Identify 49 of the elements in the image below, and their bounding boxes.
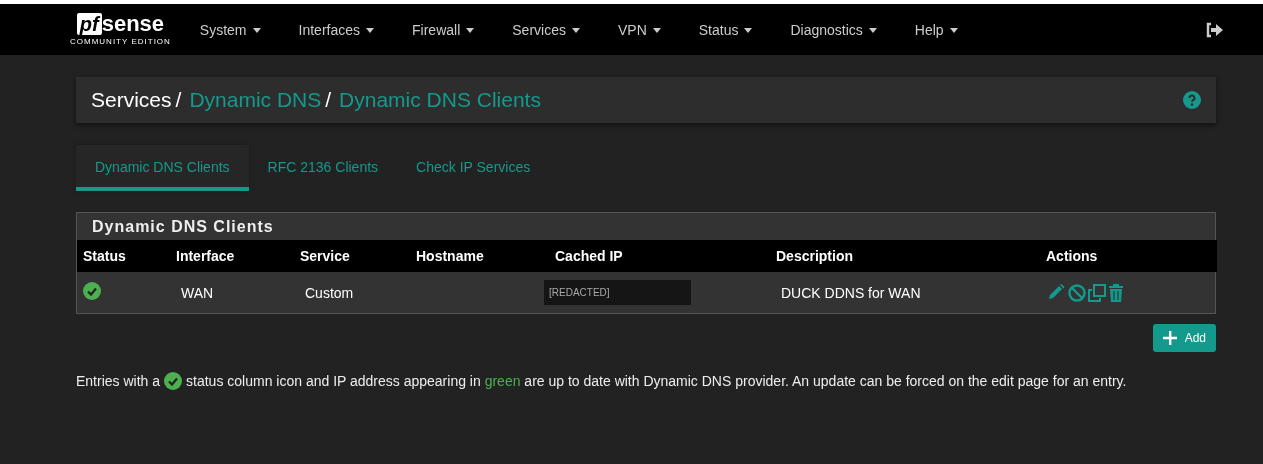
menu-item[interactable]: Help xyxy=(895,21,977,38)
copy-icon[interactable] xyxy=(1088,283,1106,302)
column-header: Cached IP xyxy=(549,240,770,272)
menu-item[interactable]: Interfaces xyxy=(279,21,394,38)
caret-icon xyxy=(571,28,580,34)
column-header: Status xyxy=(77,240,170,272)
note-text: Entries with a xyxy=(76,373,161,389)
cached-ip-field: [REDACTED] xyxy=(544,280,691,305)
logo-text: sense xyxy=(101,13,165,35)
caret-icon xyxy=(868,28,877,34)
breadcrumb-link[interactable]: Dynamic DNS xyxy=(189,88,322,112)
breadcrumb-link[interactable]: Dynamic DNS Clients xyxy=(339,88,541,112)
logout-icon[interactable] xyxy=(1205,21,1223,38)
column-header: Hostname xyxy=(410,240,549,272)
breadcrumb-separator: / xyxy=(325,88,332,112)
table-cell: Custom xyxy=(294,272,410,313)
column-header: Actions xyxy=(1040,240,1217,272)
menu-item[interactable]: Status xyxy=(679,21,772,38)
panel-title: Dynamic DNS Clients xyxy=(91,217,275,237)
pencil-icon[interactable] xyxy=(1046,283,1066,302)
caret-icon xyxy=(252,28,261,34)
table-cell: DUCK DDNS for WAN xyxy=(770,272,1040,313)
note-text: status column icon and IP address appearing in green are up to date with Dynamic DNS provider. An update can be forced on the edit page for an entry. xyxy=(186,373,1127,389)
tab[interactable]: Check IP Services xyxy=(397,145,550,191)
caret-icon xyxy=(744,28,753,34)
column-header: Interface xyxy=(170,240,294,272)
menu-item[interactable]: VPN xyxy=(598,21,680,38)
caret-icon xyxy=(652,28,661,34)
caret-icon xyxy=(949,28,958,34)
caret-icon xyxy=(466,28,475,34)
breadcrumb-separator: / xyxy=(175,88,182,112)
menu-item[interactable]: Firewall xyxy=(393,21,494,38)
plus-icon xyxy=(1162,331,1177,345)
menu-item[interactable]: Services xyxy=(493,21,599,38)
menu-item[interactable]: System xyxy=(180,21,280,38)
check-circle-icon xyxy=(164,372,183,390)
ban-icon[interactable] xyxy=(1068,283,1086,302)
logo-mark: pf xyxy=(76,13,102,35)
column-header: Service xyxy=(294,240,410,272)
tab[interactable]: RFC 2136 Clients xyxy=(248,145,398,191)
menu-item[interactable]: Diagnostics xyxy=(771,21,896,38)
column-header: Description xyxy=(770,240,1040,272)
tab[interactable]: Dynamic DNS Clients xyxy=(76,145,249,191)
caret-icon xyxy=(366,28,375,34)
trash-icon[interactable] xyxy=(1108,283,1124,302)
table-cell: WAN xyxy=(170,272,294,313)
edition-label: COMMUNITY EDITION xyxy=(70,37,171,46)
breadcrumb-item: Services xyxy=(91,88,172,112)
help-icon[interactable] xyxy=(1183,91,1201,109)
